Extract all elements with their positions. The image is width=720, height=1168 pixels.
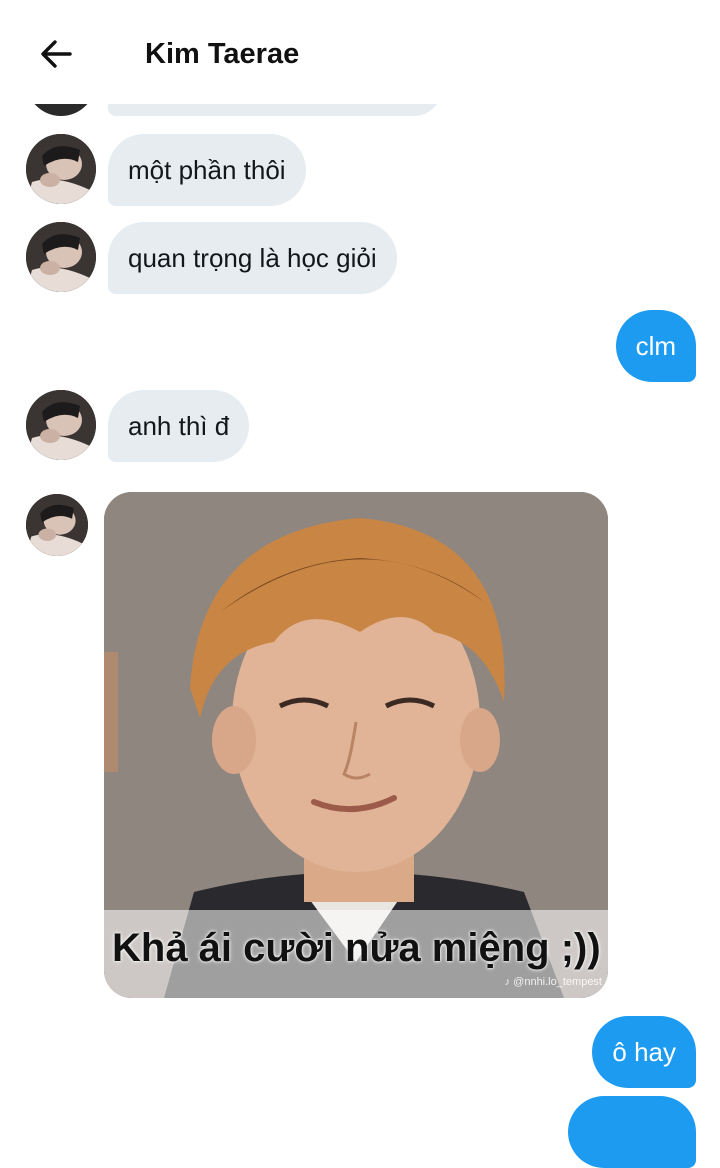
- avatar[interactable]: [26, 134, 96, 204]
- image-caption: Khả ái cười nửa miệng ;)): [112, 926, 601, 970]
- image-caption-band: Khả ái cười nửa miệng ;)) ♪ @nnhi.lo_tem…: [104, 910, 608, 998]
- image-watermark: ♪ @nnhi.lo_tempest: [504, 976, 602, 988]
- message-bubble[interactable]: quan trọng là học giỏi: [108, 222, 397, 294]
- avatar[interactable]: [26, 222, 96, 292]
- message-text: anh thì đ: [128, 411, 230, 441]
- message-text: quan trọng là học giỏi: [128, 243, 377, 273]
- back-button[interactable]: [36, 34, 76, 74]
- message-bubble-outgoing-partial[interactable]: [568, 1096, 696, 1168]
- message-text: clm: [635, 331, 676, 361]
- message-text: một phần thôi: [128, 155, 286, 185]
- message-bubble[interactable]: một phần thôi: [108, 134, 306, 206]
- avatar[interactable]: [26, 390, 96, 460]
- chat-title: Kim Taerae: [145, 38, 300, 70]
- message-bubble-outgoing[interactable]: ô hay: [592, 1016, 696, 1088]
- message-text: ô hay: [612, 1037, 676, 1067]
- chat-header: Kim Taerae: [0, 0, 720, 104]
- arrow-left-icon: [41, 40, 72, 68]
- message-bubble[interactable]: anh thì đ: [108, 390, 250, 462]
- avatar[interactable]: [26, 494, 88, 556]
- image-message[interactable]: Khả ái cười nửa miệng ;)) ♪ @nnhi.lo_tem…: [104, 492, 608, 998]
- message-bubble-outgoing[interactable]: clm: [615, 310, 696, 382]
